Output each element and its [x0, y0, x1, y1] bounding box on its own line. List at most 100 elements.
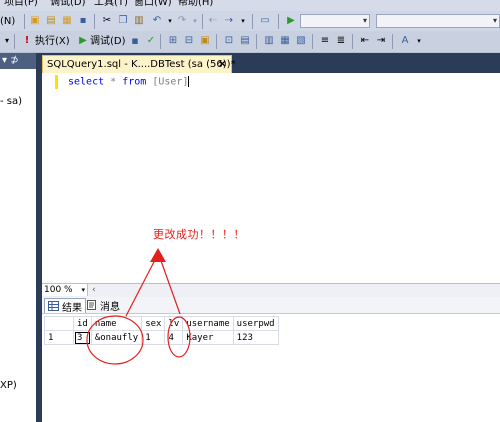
- cut-icon[interactable]: ✂: [100, 14, 114, 28]
- table-identifier: [User]: [152, 76, 189, 88]
- table-cell-username[interactable]: Kayer: [182, 330, 234, 345]
- results-tab-strip: 结果 消息: [42, 297, 500, 314]
- redo-icon[interactable]: ↷: [175, 14, 189, 28]
- server-node-label[interactable]: - sa): [0, 96, 22, 108]
- toolbar-separator: [24, 14, 25, 29]
- increase-indent-icon[interactable]: ⇥: [374, 34, 388, 48]
- corner-cell[interactable]: [44, 316, 74, 331]
- specify-values-icon[interactable]: A: [398, 34, 412, 48]
- execute-icon[interactable]: !: [20, 34, 34, 48]
- window-icon[interactable]: ▭: [258, 14, 272, 28]
- column-header[interactable]: username: [182, 316, 234, 331]
- toolbar-separator: [14, 34, 15, 49]
- results-to-file-icon[interactable]: ▧: [294, 34, 308, 48]
- change-indicator: [55, 75, 58, 89]
- table-row[interactable]: 1 3 &onaufly 1 4 Kayer 123: [44, 330, 279, 345]
- toolbar-separator: [252, 14, 253, 29]
- sql-editor-toolbar: ▾ ! 执行(X) ▶ 调试(D) ▪ ✓ ⊞ ⊟ ▣ ⊡ ▤ ▥ ▦ ▧ ≡ …: [0, 31, 500, 53]
- object-explorer-panel: ▾ ⊅ - sa) XP): [0, 53, 36, 422]
- table-cell-lv[interactable]: 4: [164, 330, 184, 345]
- menu-project[interactable]: 项目(P): [4, 0, 38, 9]
- execute-button[interactable]: 执行(X): [35, 35, 70, 48]
- navigate-forward-icon[interactable]: ⇢: [222, 14, 236, 28]
- table-cell-userpwd[interactable]: 123: [232, 330, 279, 345]
- decrease-indent-icon[interactable]: ⇤: [358, 34, 372, 48]
- toolbar-separator: [392, 34, 393, 49]
- chevron-down-icon: ▾: [492, 16, 497, 25]
- new-query-label[interactable]: (N): [0, 15, 15, 28]
- results-to-grid-icon[interactable]: ▦: [278, 34, 292, 48]
- uncomment-icon[interactable]: ≣: [334, 34, 348, 48]
- save-icon[interactable]: ▪: [76, 14, 90, 28]
- menu-help[interactable]: 帮助(H): [178, 0, 213, 9]
- query-designer-icon[interactable]: ⊟: [182, 34, 196, 48]
- navigate-dropdown-icon[interactable]: ▾: [236, 14, 250, 28]
- find-combo[interactable]: ▾: [376, 14, 500, 28]
- client-stats-icon[interactable]: ▤: [238, 34, 252, 48]
- editor-gutter: [42, 73, 58, 283]
- menu-window[interactable]: 窗口(W): [134, 0, 172, 9]
- results-grid-area: id name sex lv username userpwd 1 3 &ona…: [42, 314, 500, 422]
- debug-icon[interactable]: ▶: [76, 34, 90, 48]
- new-file-icon[interactable]: ▣: [28, 14, 42, 28]
- table-cell-sex[interactable]: 1: [141, 330, 166, 345]
- code-line[interactable]: select * from [User]: [68, 76, 190, 89]
- toolbar-separator: [312, 34, 313, 49]
- column-header[interactable]: lv: [164, 316, 184, 331]
- add-file-icon[interactable]: ▦: [60, 14, 74, 28]
- annotation-text: 更改成功！！！！: [153, 228, 245, 241]
- navigate-back-icon[interactable]: ⇠: [206, 14, 220, 28]
- database-dropdown-icon[interactable]: ▾: [0, 34, 14, 48]
- open-file-icon[interactable]: ▤: [44, 14, 58, 28]
- table-cell-id[interactable]: 3: [73, 330, 92, 345]
- chevron-down-icon: ▾: [81, 286, 85, 294]
- tab-messages[interactable]: 消息: [86, 298, 120, 313]
- results-to-text-icon[interactable]: ▥: [262, 34, 276, 48]
- menu-tools[interactable]: 工具(T): [94, 0, 128, 9]
- comment-icon[interactable]: ≡: [318, 34, 332, 48]
- toolbar-separator: [202, 14, 203, 29]
- table-cell-name[interactable]: &onaufly: [90, 330, 143, 345]
- display-plan-icon[interactable]: ⊞: [166, 34, 180, 48]
- tab-title: SQLQuery1.sql - K....DBTest (sa (56))*: [47, 59, 236, 70]
- start-icon[interactable]: ▶: [284, 14, 298, 28]
- redo-dropdown-icon[interactable]: ▾: [188, 14, 202, 28]
- tab-results-label: 结果: [62, 302, 82, 314]
- parse-icon[interactable]: ✓: [144, 34, 158, 48]
- scroll-left-icon[interactable]: ‹: [92, 284, 96, 296]
- debug-button[interactable]: 调试(D): [90, 35, 126, 48]
- panel-pin-icon[interactable]: ▾ ⊅: [2, 54, 19, 68]
- object-explorer-header: ▾ ⊅: [0, 53, 36, 69]
- stop-icon[interactable]: ▪: [128, 34, 142, 48]
- column-header[interactable]: sex: [141, 316, 166, 331]
- row-number[interactable]: 1: [44, 330, 74, 345]
- menu-debug[interactable]: 调试(D): [50, 0, 86, 9]
- keyword-select: select: [68, 76, 105, 88]
- query-editor[interactable]: select * from [User]: [42, 73, 500, 283]
- column-header[interactable]: name: [90, 316, 143, 331]
- include-plan-icon[interactable]: ⊡: [222, 34, 236, 48]
- column-header[interactable]: id: [73, 316, 92, 331]
- toolbar-overflow-icon[interactable]: ▾: [412, 34, 426, 48]
- solution-config-select[interactable]: ▾: [300, 14, 370, 28]
- zoom-select[interactable]: 100 % ▾: [42, 284, 88, 296]
- chevron-down-icon: ▾: [362, 16, 367, 25]
- close-icon[interactable]: ×: [218, 57, 227, 71]
- editor-status-bar: 100 % ▾ ‹: [42, 283, 500, 297]
- zoom-value: 100 %: [44, 285, 73, 295]
- copy-icon[interactable]: ❐: [116, 14, 130, 28]
- tab-results[interactable]: 结果: [44, 298, 86, 314]
- message-icon: [87, 300, 96, 310]
- server-node-label-bottom[interactable]: XP): [0, 380, 17, 392]
- results-grid[interactable]: id name sex lv username userpwd 1 3 &ona…: [44, 316, 279, 345]
- query-options-icon[interactable]: ▣: [198, 34, 212, 48]
- undo-icon[interactable]: ↶: [150, 14, 164, 28]
- column-header[interactable]: userpwd: [232, 316, 279, 331]
- keyword-from: from: [122, 76, 147, 88]
- tab-sqlquery1[interactable]: SQLQuery1.sql - K....DBTest (sa (56))* ×: [42, 55, 236, 73]
- grid-header-row: id name sex lv username userpwd: [44, 316, 279, 331]
- paste-icon[interactable]: ▥: [132, 14, 146, 28]
- toolbar-separator: [278, 14, 279, 29]
- document-tab-strip: SQLQuery1.sql - K....DBTest (sa (56))* ×: [42, 53, 500, 73]
- toolbar-separator: [256, 34, 257, 49]
